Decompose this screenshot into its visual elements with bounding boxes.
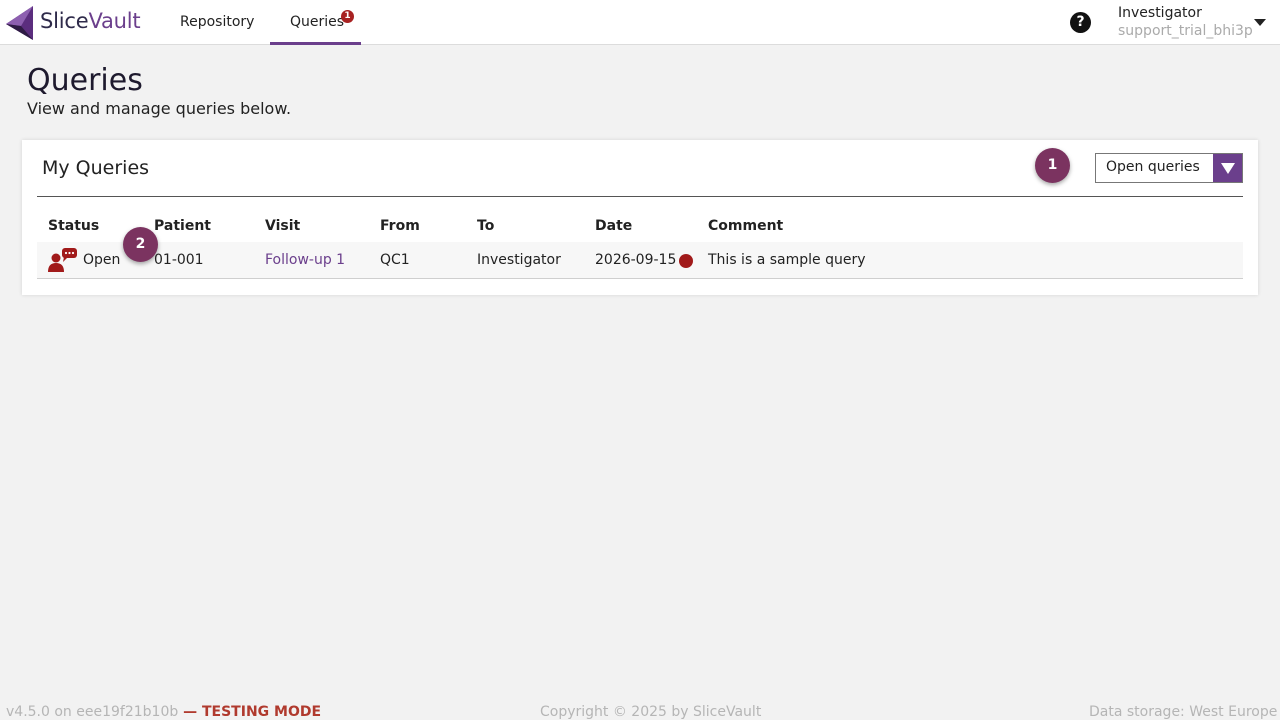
column-header-visit[interactable]: Visit xyxy=(265,218,300,234)
dropdown-arrow-icon[interactable] xyxy=(1213,154,1242,182)
question-circle-icon[interactable]: ? xyxy=(1070,12,1091,33)
query-patient: 01-001 xyxy=(154,252,204,268)
user-account[interactable]: support_trial_bhi3p xyxy=(1118,23,1253,39)
footer-copyright: Copyright © 2025 by SliceVault xyxy=(540,704,762,720)
top-bar: SliceVault Repository Queries 1 ? Invest… xyxy=(0,0,1280,45)
query-comment: This is a sample query xyxy=(708,252,866,268)
card-title: My Queries xyxy=(42,157,150,179)
step-badge: 1 xyxy=(1035,148,1070,183)
query-from: QC1 xyxy=(380,252,410,268)
nav-tab-queries-label: Queries xyxy=(290,14,345,30)
divider xyxy=(37,196,1243,197)
query-filter-value: Open queries xyxy=(1106,159,1200,175)
nav-tab-queries[interactable]: Queries 1 xyxy=(270,0,361,45)
page-subtitle: View and manage queries below. xyxy=(27,99,292,118)
column-header-patient[interactable]: Patient xyxy=(154,218,211,234)
column-header-to[interactable]: To xyxy=(477,218,494,234)
step-badge: 2 xyxy=(123,227,158,262)
query-chat-icon xyxy=(48,248,77,272)
column-header-comment[interactable]: Comment xyxy=(708,218,783,234)
nav-tab-repository[interactable]: Repository xyxy=(180,0,254,45)
page-title: Queries xyxy=(27,63,143,98)
brand-name-part1: Slice xyxy=(40,9,89,33)
footer-version-text: v4.5.0 on eee19f21b10b xyxy=(6,704,179,720)
my-queries-card: My Queries 1 Open queries Status Patient… xyxy=(22,140,1258,295)
queries-count-badge: 1 xyxy=(341,10,354,23)
status-dot-icon xyxy=(679,254,693,268)
chevron-down-icon[interactable] xyxy=(1254,19,1266,26)
column-header-date[interactable]: Date xyxy=(595,218,632,234)
brand-name-part2: Vault xyxy=(88,9,141,33)
slicevault-logo-icon[interactable] xyxy=(4,4,34,42)
footer-testing-mode: — TESTING MODE xyxy=(178,704,322,720)
query-visit-link[interactable]: Follow-up 1 xyxy=(265,252,345,268)
footer-data-storage: Data storage: West Europe xyxy=(1089,704,1278,720)
footer-version: v4.5.0 on eee19f21b10b — TESTING MODE xyxy=(6,704,321,720)
query-status: Open xyxy=(83,252,121,268)
brand-name[interactable]: SliceVault xyxy=(40,9,141,33)
user-role[interactable]: Investigator xyxy=(1118,5,1202,21)
query-filter-select[interactable]: Open queries xyxy=(1095,153,1243,183)
query-to: Investigator xyxy=(477,252,561,268)
query-date: 2026-09-15 xyxy=(595,252,677,268)
column-header-status[interactable]: Status xyxy=(48,218,99,234)
column-header-from[interactable]: From xyxy=(380,218,420,234)
